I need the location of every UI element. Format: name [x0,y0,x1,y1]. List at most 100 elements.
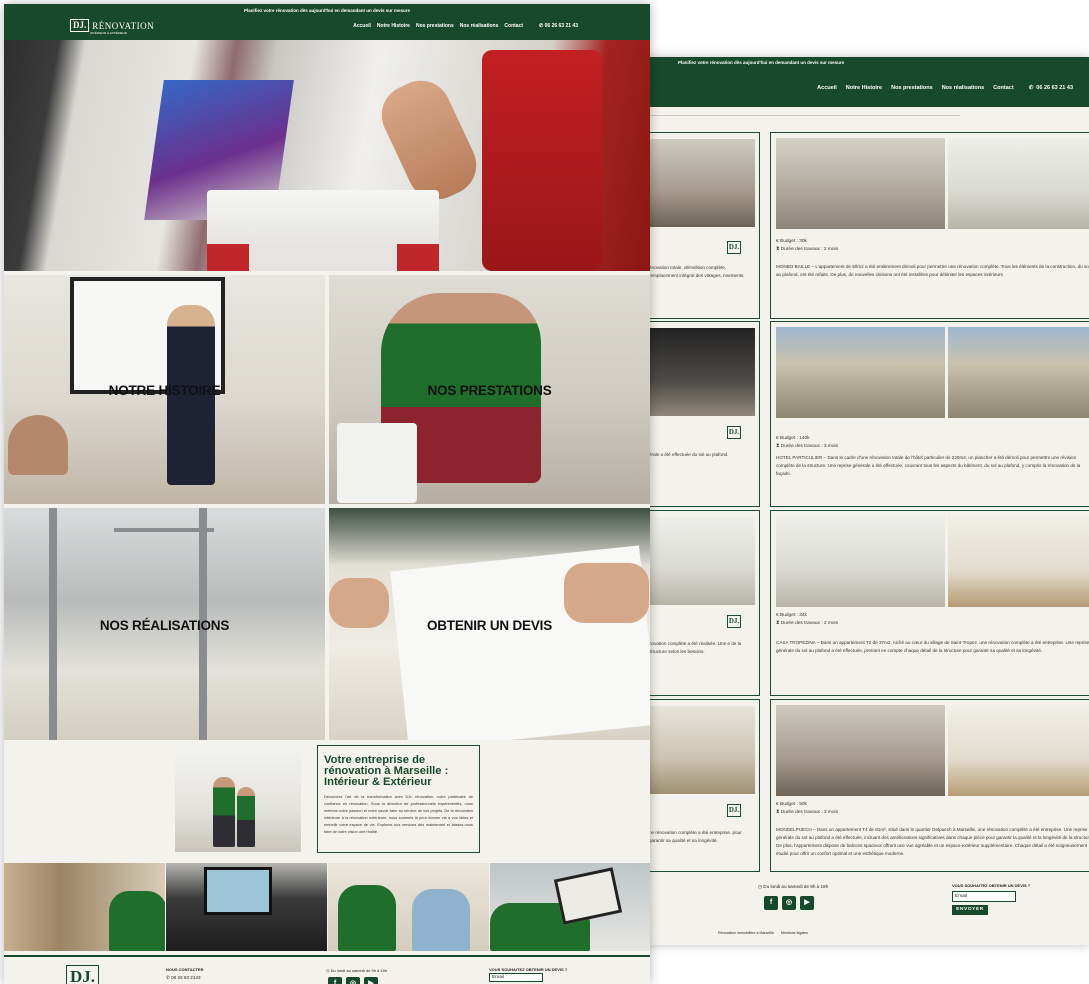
hero-arm [371,70,487,210]
footer-logo[interactable]: DJ. [66,965,99,984]
hero-worker [482,50,602,271]
facebook-icon[interactable]: f [328,977,342,984]
tile-label: NOS PRESTATIONS [427,383,552,398]
main-nav: Accueil Notre Histoire Nos prestations N… [640,69,1089,107]
budget-label: € Budget : 34k [776,613,807,618]
footer-phone[interactable]: ✆ 06 26 63 2143 [166,975,201,981]
project-description: HOTEL PARTICULIER – Dans le cadre d'une … [776,455,1081,476]
facebook-icon[interactable]: f [764,896,778,910]
phone-icon: ✆ [1028,85,1034,91]
project-meta: € Budget : 140k ⧗ Durée des travaux : 3 … [776,435,838,450]
dj-logo-icon: DJ. [727,241,741,254]
email-field[interactable]: Email [489,973,543,982]
top-banner[interactable]: Planifiez votre rénovation dès aujourd'h… [640,57,1089,69]
project-description: CASA TROPEZINA – Dans un appartement T2 … [776,640,1089,653]
duration-label: ⧗ Durée des travaux : 3 mois [776,443,839,449]
home-footer: DJ. NOUS CONTACTER ✆ 06 26 63 2143 ◷ Du … [4,955,650,984]
about-section: Votre entreprise de rénovation à Marseil… [4,740,650,860]
tile-nos-realisations[interactable]: NOS RÉALISATIONS [4,508,325,740]
hero-image [4,40,650,271]
duration-label: ⧗ Durée des travaux : 3 mois [776,809,839,815]
project-text: énovation totale, démolition complète, r… [649,265,745,278]
project-card-casa-tropezina[interactable]: € Budget : 34k ⧗ Durée des travaux : 2 m… [770,510,1089,696]
project-text: novation complète a été réalisée. Une e … [649,641,742,654]
duration-label: ⧗ Durée des travaux : 2 mois [776,620,839,626]
contact-heading: NOUS CONTACTER [166,967,204,972]
project-photo-before [776,138,945,229]
youtube-icon[interactable]: ▶ [800,896,814,910]
nav-contact[interactable]: Contact [993,85,1013,91]
youtube-icon[interactable]: ▶ [364,977,378,984]
project-card-left-2[interactable]: DJ. érale a été effectuée du sol au plaf… [640,321,760,507]
quote-heading: VOUS SOUHAITEZ OBTENIR UN DEVIS ? [489,967,568,972]
about-figure [213,777,235,847]
gallery-photo-1 [4,863,165,951]
gallery-figure [109,891,165,951]
social-links: f ◎ ▶ [764,896,814,910]
nav-notre-histoire[interactable]: Notre Histoire [377,23,410,29]
instagram-icon[interactable]: ◎ [346,977,360,984]
nav-nos-realisations[interactable]: Nos réalisations [460,23,499,29]
about-figure [237,787,255,847]
hours-text: ◷ Du lundi au samedi de 9h à 19h [326,968,388,973]
hero-bucket-label [207,244,439,271]
project-photo [649,328,755,416]
section-divider [640,115,960,116]
project-card-left-1[interactable]: DJ. énovation totale, démolition complèt… [640,132,760,319]
project-photo [649,706,755,794]
brand-mark: DJ. [70,19,90,32]
email-field[interactable]: Email [952,891,1016,902]
project-card-left-3[interactable]: DJ. novation complète a été réalisée. Un… [640,510,760,696]
project-card-left-4[interactable]: DJ. ne rénovation complète a été entrepr… [640,699,760,872]
project-description: MONDELPUECH – Dans un appartement T4 de … [776,827,1089,856]
brand-tagline: INTÉRIEUR & EXTÉRIEUR [90,31,128,35]
about-image [175,747,301,852]
tile-obtenir-un-devis[interactable]: OBTENIR UN DEVIS [329,508,650,740]
realisations-footer: ◷ Du lundi au samedi de 9h à 19h f ◎ ▶ V… [640,877,1089,945]
instagram-icon[interactable]: ◎ [782,896,796,910]
tile-chair [8,415,68,475]
brand-logo[interactable]: DJ. RÉNOVATION INTÉRIEUR & EXTÉRIEUR [70,19,154,35]
project-card-monbo-baille[interactable]: € Budget : 30k ⧗ Durée des travaux : 2 m… [770,132,1089,319]
project-card-mondelpuech[interactable]: € Budget : 50k ⧗ Durée des travaux : 3 m… [770,699,1089,872]
gallery-photo-3 [328,863,489,951]
gallery-figure [412,889,470,951]
nav-nos-prestations[interactable]: Nos prestations [891,85,933,91]
nav-phone[interactable]: ✆ 06 26 63 21 43 [1029,85,1073,91]
tile-notre-histoire[interactable]: NOTRE HISTOIRE [4,275,325,504]
tile-hand [564,563,649,623]
gallery-figure [338,885,396,951]
footer-link-mentions[interactable]: Mentions légales [781,931,808,935]
hours-text: ◷ Du lundi au samedi de 9h à 19h [758,884,829,889]
nav-accueil[interactable]: Accueil [353,23,371,29]
top-banner[interactable]: Planifiez votre rénovation dès aujourd'h… [4,8,650,13]
nav-contact[interactable]: Contact [504,23,523,29]
budget-label: € Budget : 30k [776,239,807,244]
about-title: Votre entreprise de rénovation à Marseil… [324,754,449,788]
project-card-hotel-particulier[interactable]: € Budget : 140k ⧗ Durée des travaux : 3 … [770,321,1089,507]
tile-label: NOTRE HISTOIRE [108,383,221,398]
project-photo-after [948,138,1089,229]
send-button[interactable]: ENVOYER [952,905,988,915]
dj-logo-icon: DJ. [727,804,741,817]
tile-label: OBTENIR UN DEVIS [426,618,553,633]
project-photo-before [776,516,945,607]
camera-screen [204,867,272,915]
nav-nos-prestations[interactable]: Nos prestations [416,23,454,29]
project-meta: € Budget : 34k ⧗ Durée des travaux : 2 m… [776,612,838,627]
footer-link-renovation[interactable]: Rénovation immobilière à Marseille [718,931,774,935]
nav-accueil[interactable]: Accueil [817,85,837,91]
tile-nos-prestations[interactable]: NOS PRESTATIONS [329,275,650,504]
quote-heading: VOUS SOUHAITEZ OBTENIR UN DEVIS ? [952,883,1031,888]
project-meta: € Budget : 50k ⧗ Durée des travaux : 3 m… [776,801,838,816]
nav-phone[interactable]: ✆ 06 26 63 21 43 [539,23,578,29]
tile-label: NOS RÉALISATIONS [99,618,230,633]
nav-notre-histoire[interactable]: Notre Histoire [846,85,882,91]
about-text: Découvrez l'art de la transformation ave… [324,794,473,834]
budget-label: € Budget : 140k [776,436,810,441]
tile-pail [337,423,417,503]
about-box: Votre entreprise de rénovation à Marseil… [317,745,480,853]
project-photo-before [776,705,945,796]
dj-logo-icon: DJ. [727,615,741,628]
nav-nos-realisations[interactable]: Nos réalisations [942,85,985,91]
